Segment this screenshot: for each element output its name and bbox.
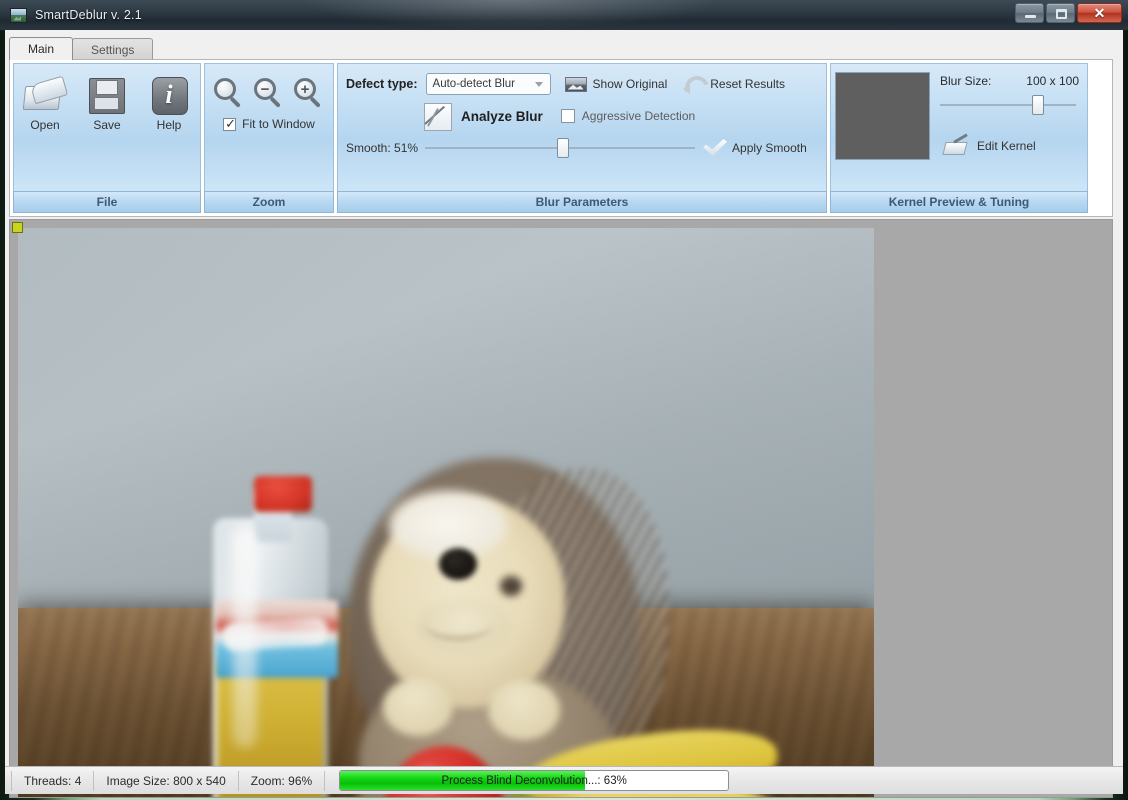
kernel-group-body: Blur Size: 100 x 100 Edit Kernel xyxy=(830,63,1088,191)
blur-size-value: 100 x 100 xyxy=(1026,74,1079,88)
tab-settings[interactable]: Settings xyxy=(72,38,154,60)
reset-results-button[interactable]: Reset Results xyxy=(683,74,785,94)
info-icon xyxy=(149,76,189,115)
zoom-group-label: Zoom xyxy=(204,191,334,213)
ribbon-group-kernel: Blur Size: 100 x 100 Edit Kernel Kernel … xyxy=(830,63,1088,213)
edit-kernel-button[interactable]: Edit Kernel xyxy=(938,136,1083,156)
edit-kernel-label: Edit Kernel xyxy=(977,139,1036,153)
defect-type-label: Defect type: xyxy=(346,77,418,91)
magnifier-icon[interactable] xyxy=(214,78,244,108)
ribbon-group-file: Open Save Help File xyxy=(13,63,201,213)
window-controls: ✕ xyxy=(1015,3,1122,23)
photo-overlay xyxy=(18,228,874,797)
defect-type-value: Auto-detect Blur xyxy=(432,78,516,90)
analyze-blur-button[interactable]: Analyze Blur xyxy=(422,101,543,131)
fit-to-window-label: Fit to Window xyxy=(242,117,315,131)
image-canvas[interactable] xyxy=(9,219,1113,798)
floppy-disk-icon xyxy=(87,76,127,114)
kernel-controls: Blur Size: 100 x 100 Edit Kernel xyxy=(938,68,1083,187)
status-zoom: Zoom: 96% xyxy=(239,770,326,791)
help-button[interactable]: Help xyxy=(140,76,198,132)
zoom-out-sign: − xyxy=(260,80,270,98)
open-folder-icon xyxy=(22,76,68,114)
save-button-label: Save xyxy=(93,118,121,132)
show-original-button[interactable]: Show Original xyxy=(564,76,668,92)
tab-main[interactable]: Main xyxy=(9,37,74,60)
kernel-group-label: Kernel Preview & Tuning xyxy=(830,191,1088,213)
blur-group-body: Defect type: Auto-detect Blur Show Origi… xyxy=(337,63,827,191)
zoom-normal-sign xyxy=(214,78,236,100)
help-button-label: Help xyxy=(156,118,182,132)
open-button[interactable]: Open xyxy=(16,76,74,132)
chevron-down-icon xyxy=(534,82,543,87)
smooth-row: Smooth: 51% Apply Smooth xyxy=(346,138,818,158)
zoom-out-icon[interactable]: − xyxy=(254,78,284,108)
edit-pencil-icon xyxy=(944,136,970,156)
apply-smooth-label: Apply Smooth xyxy=(732,141,807,155)
title-bar-glow xyxy=(300,0,720,30)
zoom-buttons-row: − + xyxy=(205,64,333,108)
blurred-photo[interactable] xyxy=(18,228,874,797)
minimize-button[interactable] xyxy=(1015,3,1044,23)
blur-group-label: Blur Parameters xyxy=(337,191,827,213)
title-bar: SmartDeblur v. 2.1 ✕ xyxy=(0,0,1128,30)
reset-results-label: Reset Results xyxy=(710,77,785,91)
status-bar: Threads: 4 Image Size: 800 x 540 Zoom: 9… xyxy=(5,766,1123,794)
ribbon-toolbar: Open Save Help File xyxy=(9,59,1113,217)
aggressive-detection-checkbox[interactable]: Aggressive Detection xyxy=(560,109,696,123)
status-image-size: Image Size: 800 x 540 xyxy=(94,770,239,791)
smooth-slider-thumb[interactable] xyxy=(556,138,569,158)
close-icon: ✕ xyxy=(1093,4,1106,21)
save-button[interactable]: Save xyxy=(78,76,136,132)
file-group-body: Open Save Help xyxy=(13,63,201,191)
blur-size-label: Blur Size: xyxy=(940,74,992,88)
kernel-content: Blur Size: 100 x 100 Edit Kernel xyxy=(831,64,1087,191)
tab-main-label: Main xyxy=(28,42,55,56)
maximize-icon xyxy=(1056,9,1067,19)
zoom-in-icon[interactable]: + xyxy=(294,78,324,108)
application-window: SmartDeblur v. 2.1 ✕ Main Settings Open … xyxy=(0,0,1128,800)
analyze-blur-label: Analyze Blur xyxy=(461,108,543,124)
checkbox-icon xyxy=(560,109,575,123)
analyze-chart-icon xyxy=(422,101,454,131)
kernel-preview[interactable] xyxy=(835,72,930,160)
progress-bar-label: Process Blind Deconvolution...: 63% xyxy=(441,774,627,787)
close-button[interactable]: ✕ xyxy=(1077,3,1122,23)
defect-type-dropdown[interactable]: Auto-detect Blur xyxy=(425,73,551,95)
checkmark-icon xyxy=(702,138,728,158)
status-threads: Threads: 4 xyxy=(11,770,95,791)
ribbon-group-blur-parameters: Defect type: Auto-detect Blur Show Origi… xyxy=(337,63,827,213)
file-buttons-row: Open Save Help xyxy=(14,64,200,132)
zoom-group-body: − + Fit to Window xyxy=(204,63,334,191)
progress-bar: Process Blind Deconvolution...: 63% xyxy=(339,770,730,791)
zoom-in-sign: + xyxy=(300,80,310,98)
tab-strip: Main Settings xyxy=(9,37,154,60)
defect-type-row: Defect type: Auto-detect Blur Show Origi… xyxy=(346,73,818,95)
open-button-label: Open xyxy=(30,118,60,132)
fit-to-window-checkbox[interactable]: Fit to Window xyxy=(205,116,333,132)
show-original-label: Show Original xyxy=(592,77,668,91)
refresh-arrow-icon xyxy=(683,74,705,94)
blur-size-slider[interactable] xyxy=(940,95,1076,115)
analyze-row: Analyze Blur Aggressive Detection xyxy=(346,101,818,131)
maximize-button[interactable] xyxy=(1046,3,1075,23)
ribbon-group-zoom: − + Fit to Window Zoom xyxy=(204,63,334,213)
blur-size-row: Blur Size: 100 x 100 xyxy=(938,74,1083,88)
file-group-label: File xyxy=(13,191,201,213)
aggressive-detection-label: Aggressive Detection xyxy=(581,109,696,123)
smooth-slider[interactable] xyxy=(425,138,696,158)
image-preview-icon xyxy=(564,76,587,92)
checkbox-icon xyxy=(223,116,237,132)
selection-marker[interactable] xyxy=(12,222,23,233)
window-title: SmartDeblur v. 2.1 xyxy=(35,8,142,22)
blur-size-slider-thumb[interactable] xyxy=(1031,95,1044,115)
client-area: Main Settings Open Save i Help File − + … xyxy=(5,30,1123,798)
blur-parameters-content: Defect type: Auto-detect Blur Show Origi… xyxy=(338,64,826,191)
app-photo-icon xyxy=(10,7,27,23)
smooth-label: Smooth: 51% xyxy=(346,141,419,155)
tab-settings-label: Settings xyxy=(91,42,135,57)
apply-smooth-button[interactable]: Apply Smooth xyxy=(702,138,807,158)
minimize-icon xyxy=(1025,15,1036,18)
